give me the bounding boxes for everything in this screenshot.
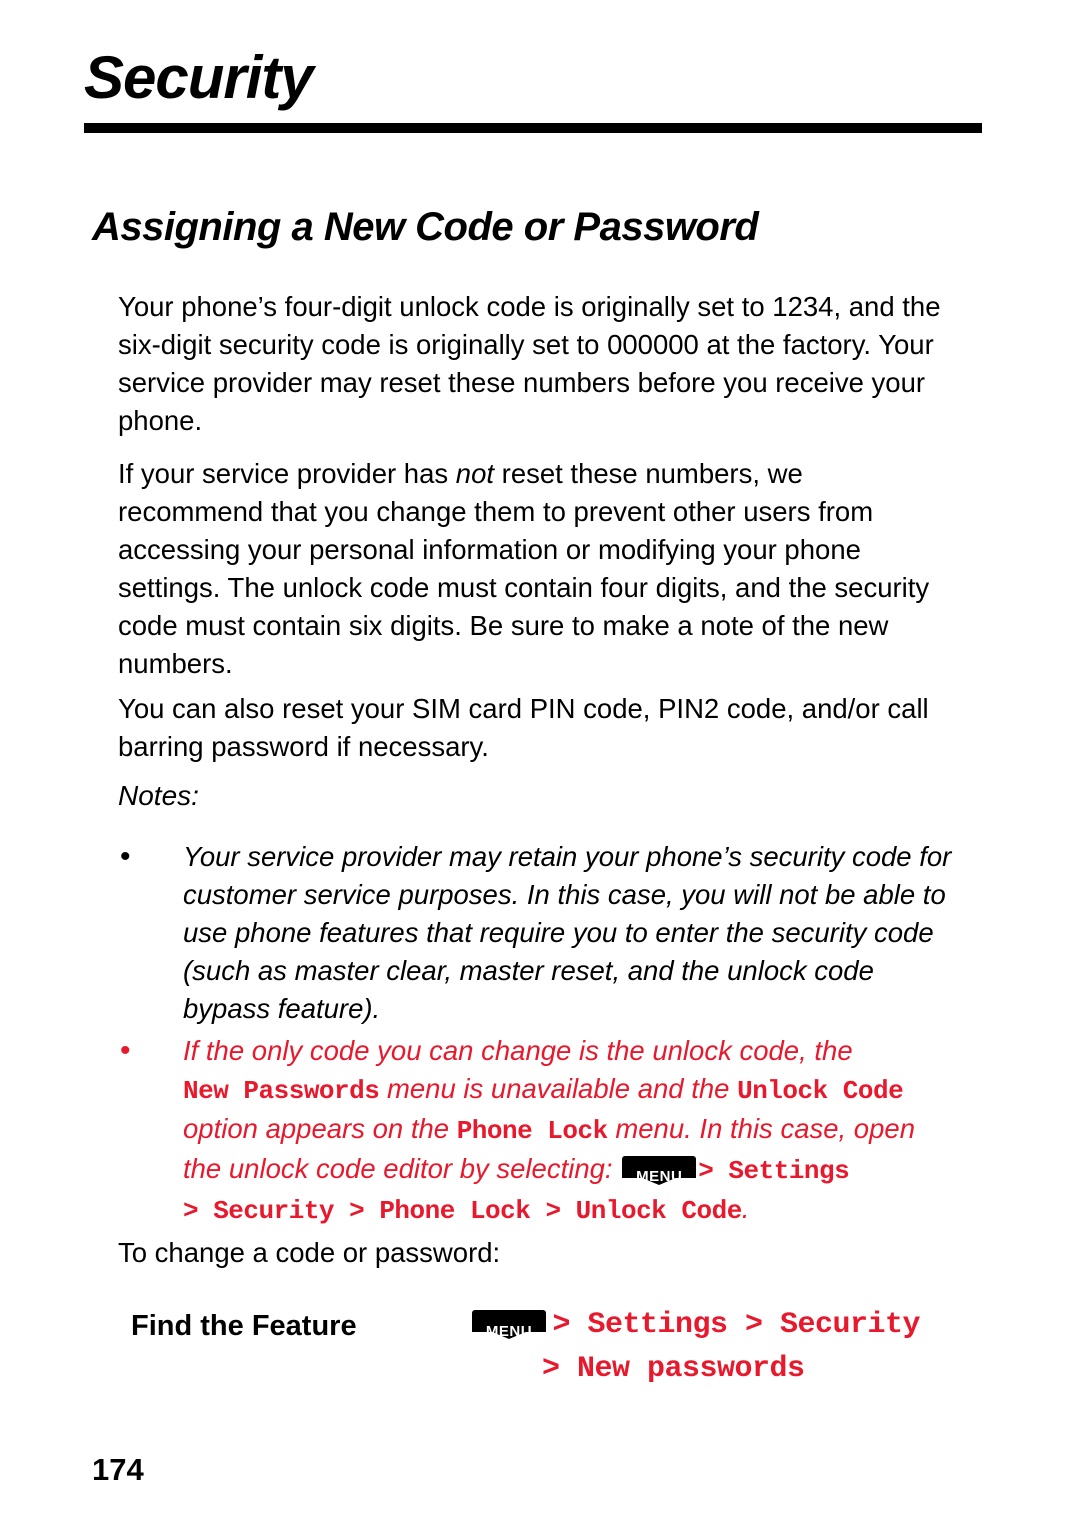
note-segment-period: . xyxy=(741,1193,750,1224)
find-path-line: > New passwords xyxy=(470,1349,990,1393)
note-segment: the unlock code editor by selecting: xyxy=(183,1153,621,1184)
paragraph-recommendation: If your service provider has not reset t… xyxy=(118,455,954,683)
header-divider xyxy=(84,123,982,133)
find-path-new-passwords: > New passwords xyxy=(542,1352,805,1386)
menu-key-label: MENU xyxy=(485,1323,533,1340)
find-the-feature-path: MENU > Settings > Security > New passwor… xyxy=(470,1305,990,1393)
note-segment: option appears on the xyxy=(183,1113,457,1144)
bullet-icon: • xyxy=(120,1034,131,1067)
page-number: 174 xyxy=(92,1452,144,1487)
menu-key-icon: MENU xyxy=(622,1156,697,1185)
note-text: Your service provider may retain your ph… xyxy=(183,841,952,1024)
paragraph-intro: Your phone’s four-digit unlock code is o… xyxy=(118,291,941,436)
note-item: • If the only code you can change is the… xyxy=(120,1032,968,1230)
menu-key-icon: MENU xyxy=(472,1310,546,1340)
note-line: the unlock code editor by selecting: MEN… xyxy=(183,1150,968,1190)
menu-name-phone-lock: Phone Lock xyxy=(456,1116,609,1146)
chapter-title: Security xyxy=(84,44,314,111)
notes-label: Notes: xyxy=(118,780,199,811)
find-path-settings-security: > Settings > Security xyxy=(552,1308,921,1342)
paragraph-emphasis-not: not xyxy=(455,458,495,489)
note-line: New Passwords menu is unavailable and th… xyxy=(183,1070,968,1110)
bullet-icon: • xyxy=(120,840,131,873)
note-segment: If the only code you can change is the u… xyxy=(183,1035,853,1066)
menu-path-settings: > Settings xyxy=(698,1156,850,1186)
document-page: Security Assigning a New Code or Passwor… xyxy=(0,0,1080,1525)
menu-name-unlock-code: Unlock Code xyxy=(737,1076,904,1106)
find-the-feature-label: Find the Feature xyxy=(131,1310,357,1342)
note-text: If the only code you can change is the u… xyxy=(183,1032,968,1230)
note-line: If the only code you can change is the u… xyxy=(183,1032,968,1070)
note-segment: menu. In this case, open xyxy=(607,1113,915,1144)
paragraph-sim-reset: You can also reset your SIM card PIN cod… xyxy=(118,693,929,762)
note-line: option appears on the Phone Lock menu. I… xyxy=(183,1110,968,1150)
paragraph-recommendation-part1: If your service provider has xyxy=(118,458,456,489)
note-line: > Security > Phone Lock > Unlock Code. xyxy=(183,1190,968,1230)
to-change-instruction: To change a code or password: xyxy=(118,1237,501,1268)
note-item: • Your service provider may retain your … xyxy=(120,838,960,1028)
find-path-line: MENU > Settings > Security xyxy=(470,1305,990,1349)
note-segment: menu is unavailable and the xyxy=(379,1073,738,1104)
section-title: Assigning a New Code or Password xyxy=(92,205,759,249)
paragraph-recommendation-part2: reset these numbers, we recommend that y… xyxy=(118,458,930,679)
menu-name-new-passwords: New Passwords xyxy=(183,1076,380,1106)
menu-path-security-phone-lock-unlock-code: > Security > Phone Lock > Unlock Code xyxy=(183,1196,742,1226)
menu-key-label: MENU xyxy=(636,1168,683,1185)
